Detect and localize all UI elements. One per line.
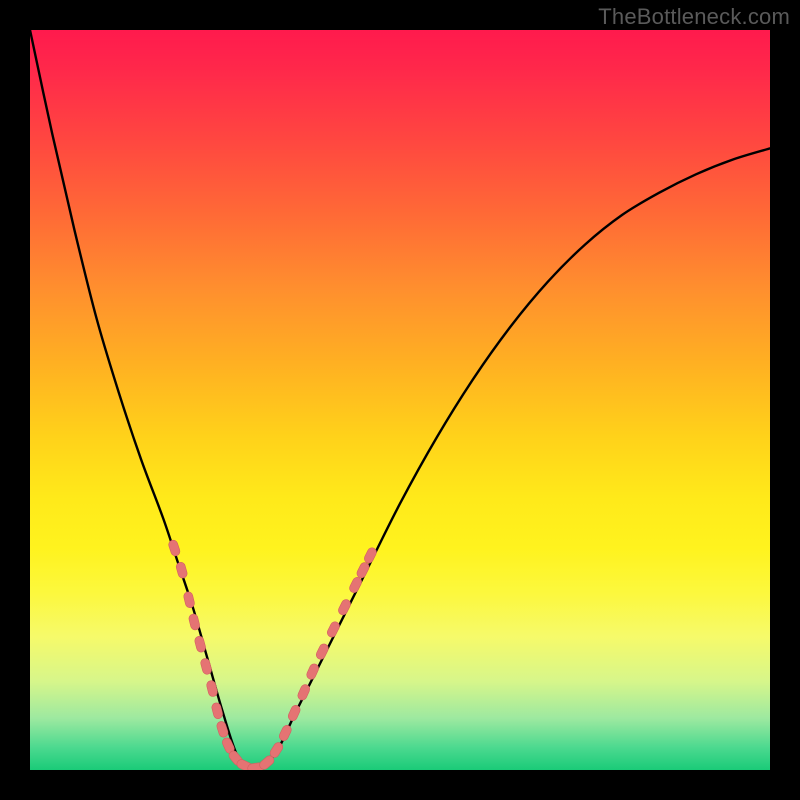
curve-marker	[305, 662, 320, 680]
curve-marker	[168, 539, 182, 557]
curve-markers	[168, 539, 379, 770]
curve-marker	[348, 576, 363, 594]
curve-marker	[194, 635, 207, 653]
curve-marker	[326, 620, 341, 638]
chart-frame: TheBottleneck.com	[0, 0, 800, 800]
curve-marker	[278, 724, 293, 742]
bottleneck-curve	[30, 30, 770, 770]
curve-marker	[188, 613, 201, 631]
watermark-text: TheBottleneck.com	[598, 4, 790, 30]
curve-marker	[183, 591, 196, 609]
curve-marker	[200, 658, 213, 676]
curve-marker	[337, 598, 352, 616]
curve-marker	[206, 680, 219, 698]
curve-marker	[355, 561, 370, 579]
curve-marker	[315, 642, 330, 660]
curve-marker	[175, 561, 188, 579]
curve-layer	[30, 30, 770, 770]
plot-area	[30, 30, 770, 770]
curve-marker	[363, 546, 378, 564]
